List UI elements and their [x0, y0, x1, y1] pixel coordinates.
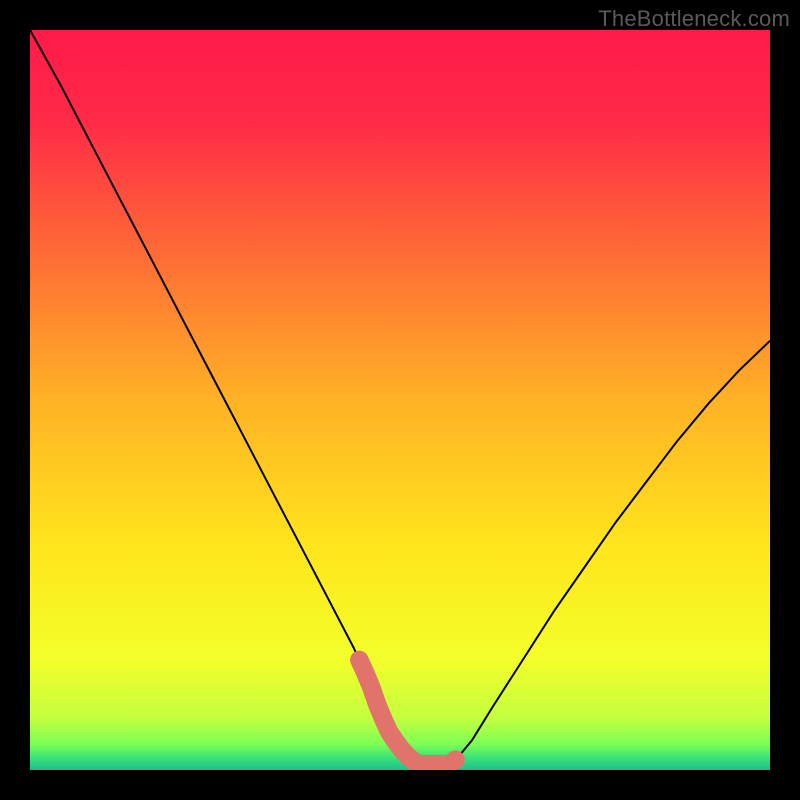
chart-frame: TheBottleneck.com [0, 0, 800, 800]
chart-svg [30, 30, 770, 770]
plot-area [30, 30, 770, 770]
watermark-text: TheBottleneck.com [598, 6, 790, 32]
gradient-background [30, 30, 770, 770]
